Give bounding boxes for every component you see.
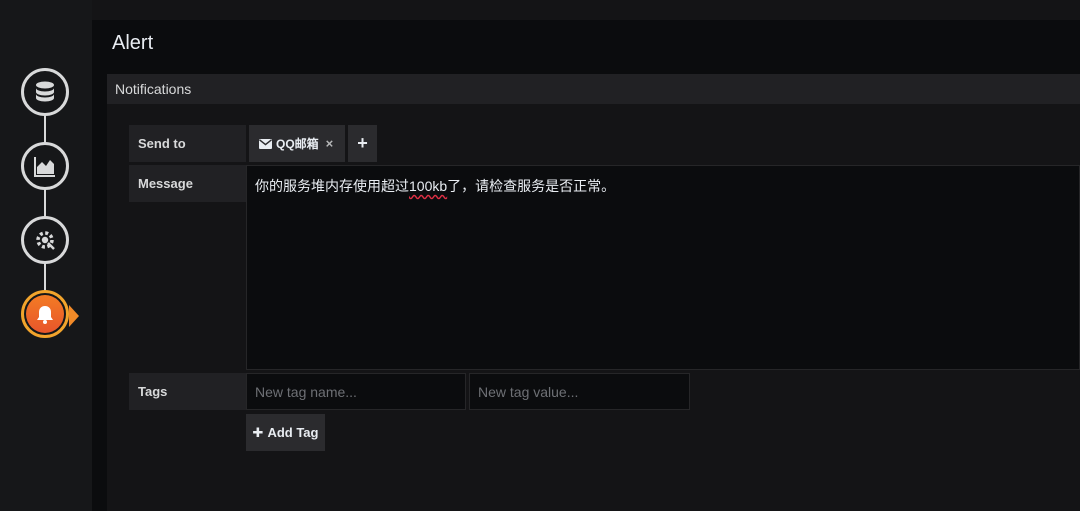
step-general[interactable] [21, 216, 69, 264]
message-label: Message [129, 165, 246, 202]
active-step-arrow [69, 305, 79, 327]
add-channel-button[interactable]: + [348, 125, 377, 162]
message-text-prefix: 你的服务堆内存使用超过 [255, 178, 409, 194]
database-icon [36, 81, 54, 102]
send-to-label: Send to [129, 125, 246, 162]
tags-label: Tags [129, 373, 246, 410]
add-tag-button[interactable]: ✚ Add Tag [246, 414, 325, 451]
remove-channel-icon[interactable]: × [326, 136, 334, 151]
add-tag-label: Add Tag [267, 425, 319, 440]
bell-icon [37, 306, 53, 324]
message-text-suffix: 了，请检查服务是否正常。 [447, 178, 616, 194]
tag-name-input[interactable]: New tag name... [246, 373, 466, 410]
channel-chip-label: QQ邮箱 [276, 137, 319, 151]
tag-value-input[interactable]: New tag value... [469, 373, 690, 410]
settings-icon [36, 231, 55, 250]
envelope-icon [259, 138, 272, 149]
panel-title: Alert [112, 32, 154, 54]
rail-connector-line [44, 92, 46, 314]
message-textarea[interactable]: 你的服务堆内存使用超过100kb了，请检查服务是否正常。 [246, 165, 1080, 370]
plus-icon: ✚ [252, 424, 264, 440]
notifications-section: Notifications Send to QQ邮箱 × + Message 你… [107, 74, 1080, 511]
step-visualization[interactable] [21, 142, 69, 190]
step-alert[interactable] [21, 290, 69, 338]
notification-channel-chip[interactable]: QQ邮箱 × [249, 125, 345, 162]
alert-panel: Alert Notifications Send to QQ邮箱 × + Mes… [92, 20, 1080, 511]
step-queries[interactable] [21, 68, 69, 116]
step-alert-inner [26, 295, 64, 333]
section-header: Notifications [107, 74, 1080, 104]
message-text-misspelled: 100kb [409, 178, 448, 194]
step-rail [0, 0, 92, 511]
chart-icon [34, 157, 55, 177]
